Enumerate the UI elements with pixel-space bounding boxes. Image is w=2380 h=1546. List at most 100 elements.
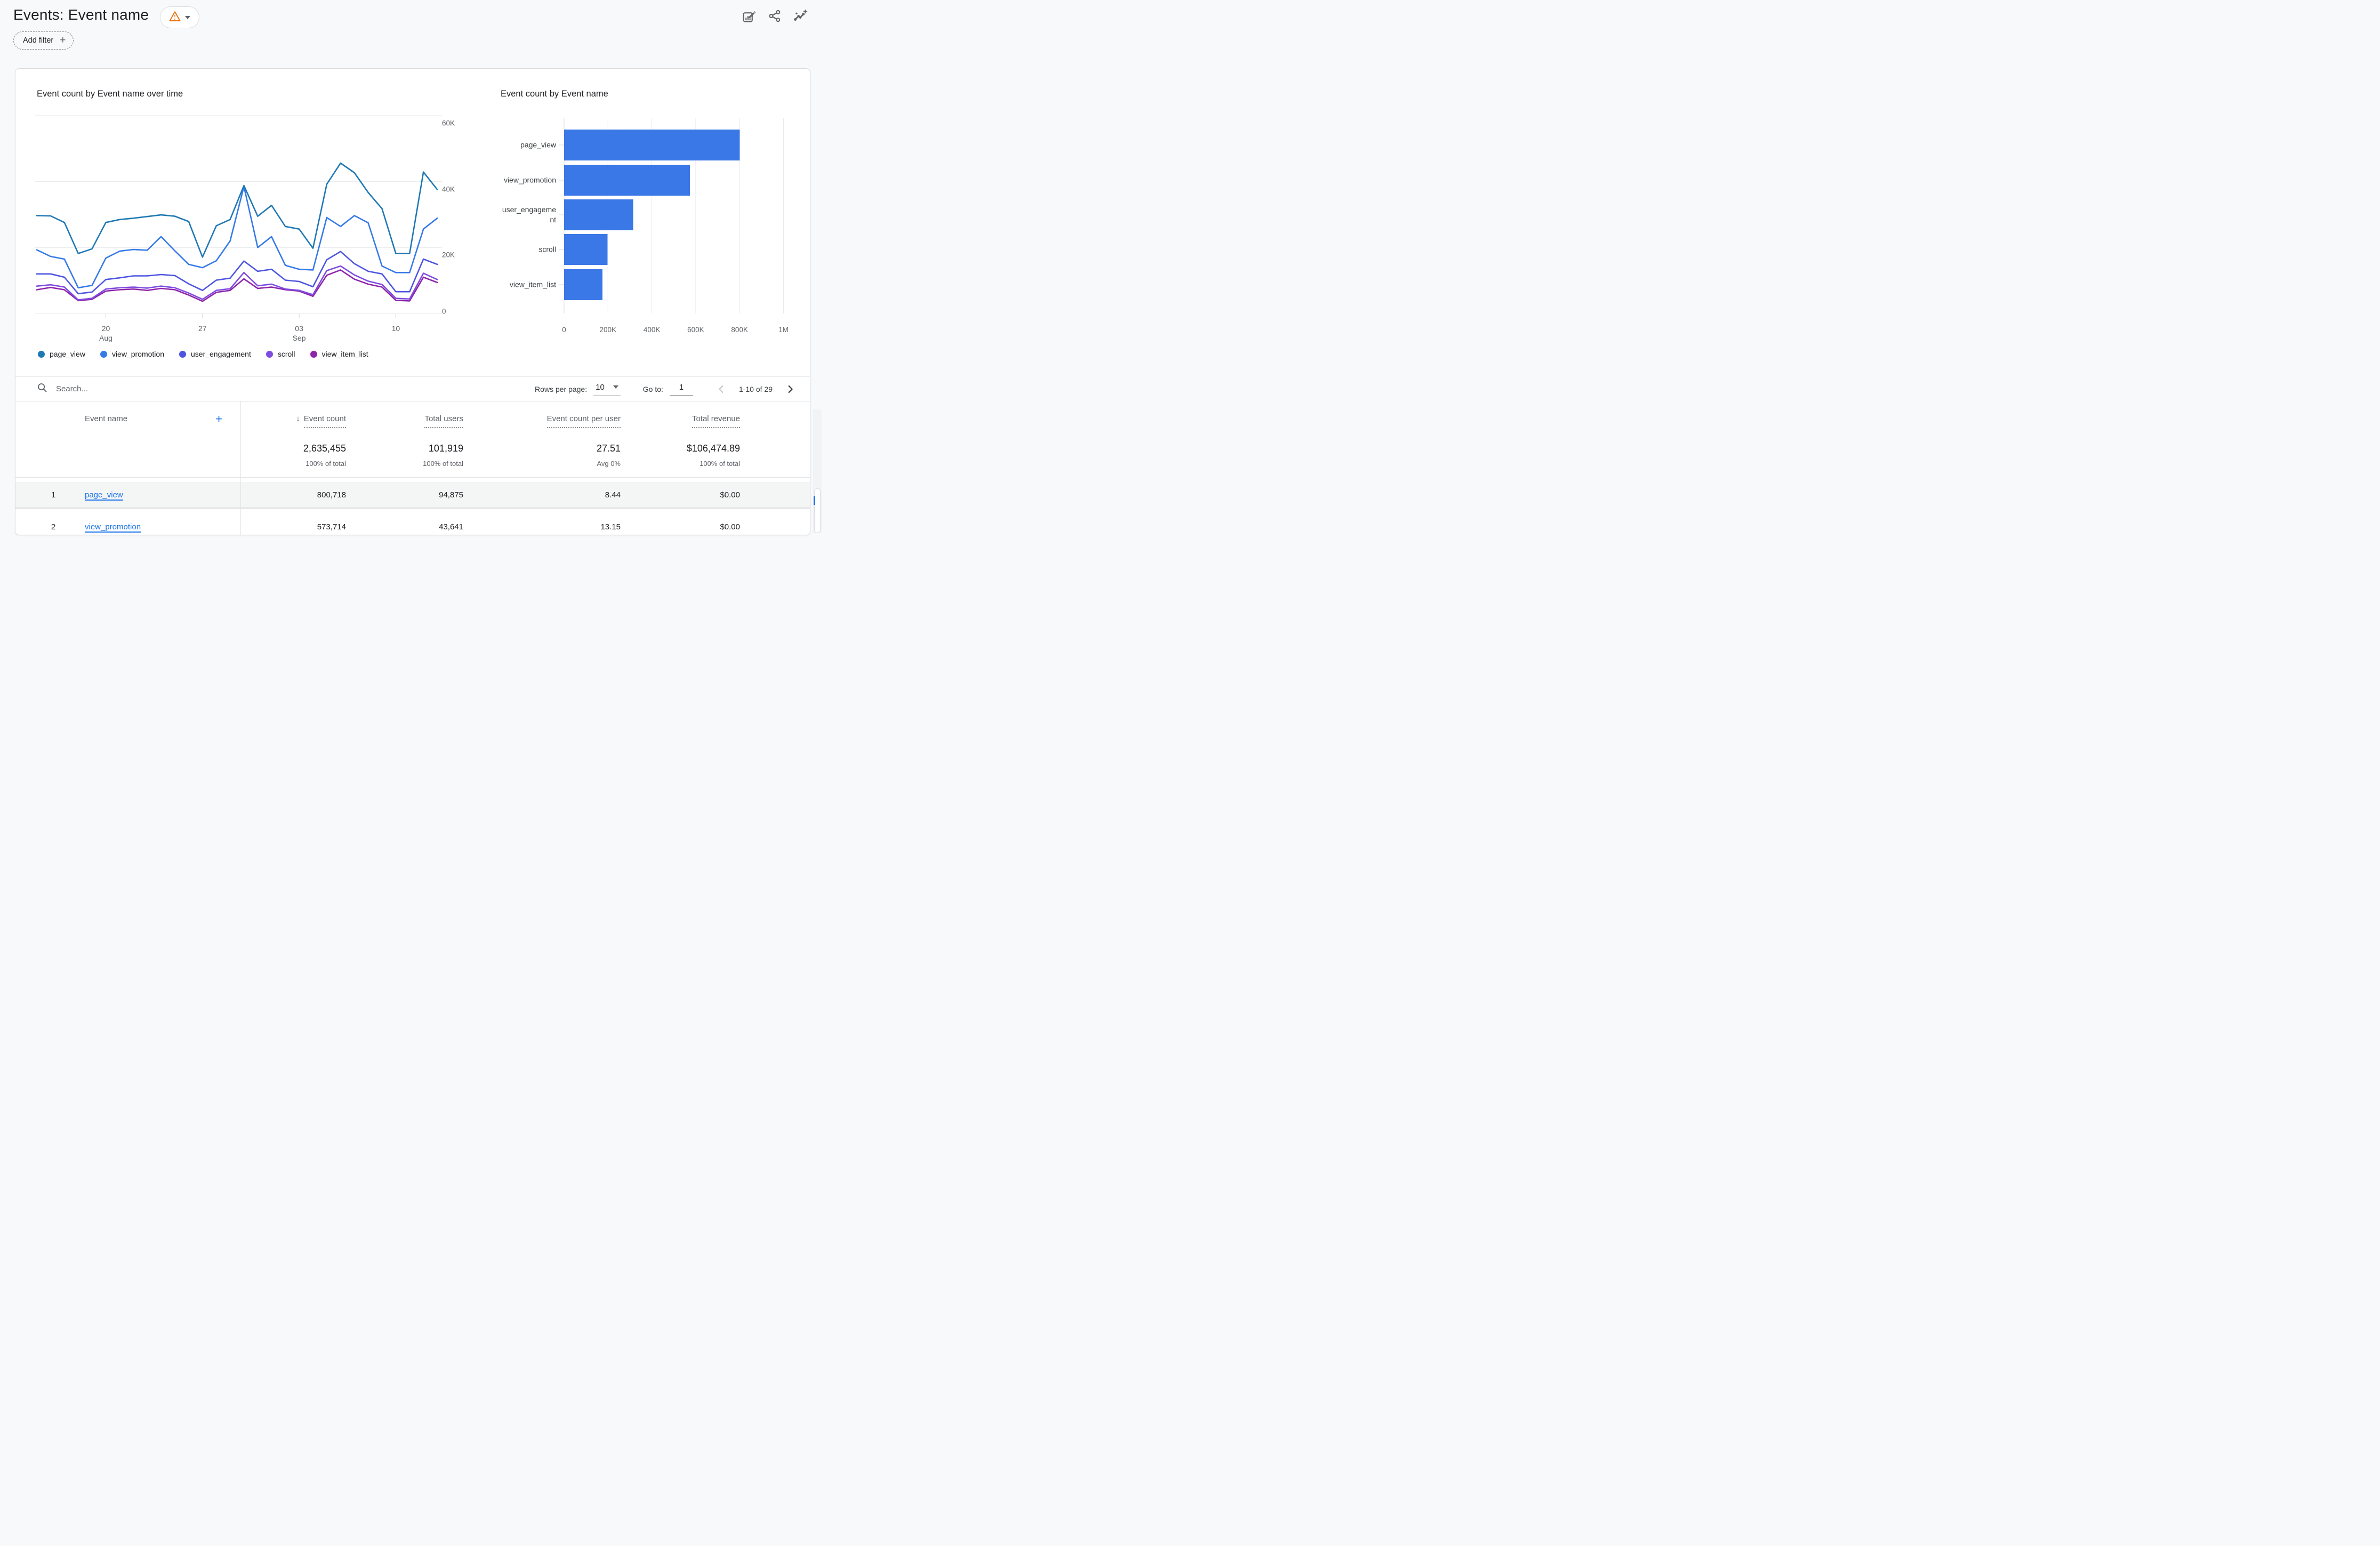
y-axis-label: 0 (442, 308, 446, 316)
rows-per-page-value: 10 (596, 383, 605, 392)
legend-label: scroll (278, 350, 295, 358)
total-users-cell: 43,641 (346, 522, 463, 532)
total-users-sub: 100% of total (346, 460, 463, 468)
bar-view_item_list (564, 269, 602, 300)
bar-category-label: user_engagement (498, 205, 556, 225)
bar-view_promotion (564, 165, 690, 196)
column-header-event-name[interactable]: Event name (85, 414, 127, 423)
x-axis-label: 27 (198, 324, 207, 333)
add-column-icon[interactable]: + (215, 414, 222, 424)
chevron-right-icon[interactable] (784, 383, 796, 395)
legend-label: view_promotion (112, 350, 164, 358)
warning-triangle-icon (169, 11, 181, 25)
rows-per-page-select[interactable]: 10 (593, 382, 621, 396)
bar-category-label: page_view (498, 140, 556, 150)
bar-scroll (564, 234, 608, 265)
sort-descending-icon: ↓ (296, 414, 300, 423)
report-warning-dropdown[interactable] (160, 6, 199, 28)
line-series-page_view (37, 163, 437, 257)
bar-x-axis-label: 1M (778, 326, 789, 334)
table-header: Event name + ↓Event count Total users Ev… (15, 401, 810, 478)
x-axis-label: 20Aug (99, 324, 112, 343)
legend-dot-icon (179, 351, 186, 358)
legend-item-user_engagement[interactable]: user_engagement (179, 350, 251, 358)
add-filter-button[interactable]: Add filter + (13, 31, 74, 50)
insights-icon[interactable] (793, 9, 808, 23)
event-count-cell: 800,718 (240, 490, 346, 500)
legend-item-scroll[interactable]: scroll (266, 350, 295, 358)
total-revenue-sub: 100% of total (621, 460, 740, 468)
column-divider (240, 401, 241, 535)
column-header-total-users[interactable]: Total users (346, 414, 463, 428)
legend-dot-icon (266, 351, 273, 358)
add-filter-label: Add filter (23, 36, 53, 45)
bar-user_engagement (564, 199, 633, 230)
legend-item-view_item_list[interactable]: view_item_list (310, 350, 368, 358)
goto-page-input[interactable] (670, 382, 693, 396)
per-user-cell: 8.44 (463, 490, 621, 500)
bar-category-label: view_item_list (498, 280, 556, 290)
y-axis-label: 60K (442, 119, 455, 127)
search-icon (37, 382, 47, 396)
event-count-cell: 573,714 (240, 522, 346, 532)
plus-icon: + (60, 35, 66, 46)
per-user-cell: 13.15 (463, 522, 621, 532)
revenue-cell: $0.00 (621, 490, 740, 500)
column-header-event-count[interactable]: ↓Event count (240, 414, 346, 428)
bar-category-label: scroll (498, 245, 556, 255)
legend: page_view view_promotion user_engagement sc… (38, 350, 368, 358)
legend-dot-icon (310, 351, 317, 358)
x-axis-label: 03Sep (293, 324, 306, 343)
line-chart (33, 107, 465, 331)
scrollbar-thumb[interactable] (814, 488, 821, 533)
bar-x-axis-label: 800K (731, 326, 748, 334)
share-icon[interactable] (768, 9, 782, 23)
bar-chart (559, 118, 793, 323)
legend-item-page_view[interactable]: page_view (38, 350, 85, 358)
event-name-link[interactable]: page_view (85, 490, 123, 500)
scroll-indicator (814, 496, 815, 505)
total-event-count: 2,635,455 (240, 443, 346, 454)
total-users: 101,919 (346, 443, 463, 454)
x-axis-label: 10 (392, 324, 400, 333)
legend-dot-icon (38, 351, 45, 358)
legend-label: page_view (50, 350, 85, 358)
totals-row: 2,635,455 100% of total 101,919 100% of … (15, 428, 810, 477)
page-range-label: 1-10 of 29 (739, 385, 773, 393)
row-index: 1 (37, 490, 70, 500)
row-index: 2 (37, 522, 70, 532)
line-series-scroll (37, 266, 437, 300)
report-toolbar (742, 9, 808, 23)
chevron-down-icon (613, 385, 618, 389)
report-card: Event count by Event name over time Even… (15, 68, 810, 535)
event-name-cell: view_promotion (70, 522, 240, 532)
customize-report-icon[interactable] (742, 9, 756, 23)
total-per-user: 27.51 (463, 443, 621, 454)
page-title: Events: Event name (13, 6, 149, 23)
table-body: 1 page_view 800,71894,8758.44$0.00 2 view_pr… (15, 482, 810, 535)
chevron-down-icon (185, 16, 190, 19)
chevron-left-icon[interactable] (715, 383, 727, 395)
column-header-event-count-per-user[interactable]: Event count per user (463, 414, 621, 428)
bar-x-axis-label: 600K (687, 326, 704, 334)
search-input[interactable] (55, 384, 196, 394)
legend-item-view_promotion[interactable]: view_promotion (100, 350, 164, 358)
line-chart-title: Event count by Event name over time (37, 89, 183, 99)
y-axis-label: 20K (442, 251, 455, 259)
table-toolbar: Rows per page: 10 Go to: 1-10 of 29 (15, 377, 810, 401)
rows-per-page-label: Rows per page: (535, 385, 587, 393)
legend-dot-icon (100, 351, 107, 358)
total-users-cell: 94,875 (346, 490, 463, 500)
total-event-count-sub: 100% of total (240, 460, 346, 468)
legend-label: view_item_list (322, 350, 368, 358)
bar-x-axis-label: 0 (562, 326, 566, 334)
total-per-user-sub: Avg 0% (463, 460, 621, 468)
bar-x-axis-label: 400K (644, 326, 661, 334)
event-name-link[interactable]: view_promotion (85, 522, 141, 532)
legend-label: user_engagement (191, 350, 251, 358)
column-header-total-revenue[interactable]: Total revenue (621, 414, 740, 428)
goto-label: Go to: (643, 385, 663, 393)
line-series-user_engagement (37, 252, 437, 294)
bar-x-axis-label: 200K (600, 326, 617, 334)
event-name-cell: page_view (70, 490, 240, 500)
